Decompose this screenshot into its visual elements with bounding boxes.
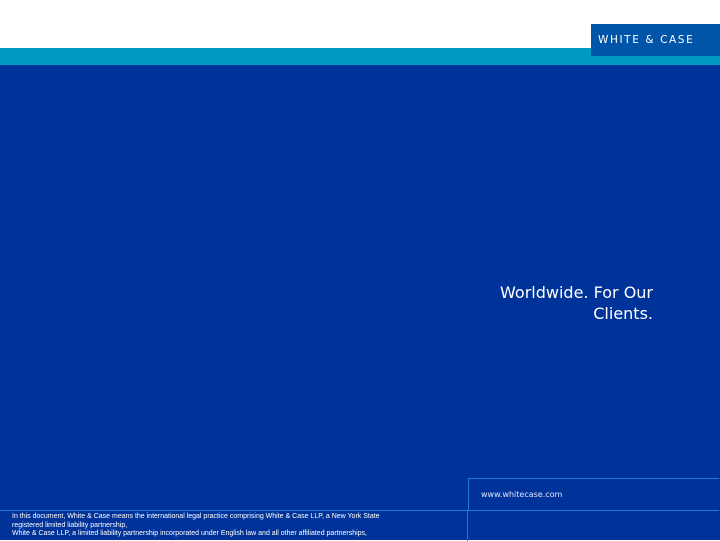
url-box: www.whitecase.com [468, 478, 719, 511]
disclaimer-line-3: White & Case LLP, a limited liability pa… [12, 530, 367, 537]
tagline: Worldwide. For Our Clients. [393, 282, 653, 324]
white-case-logo: WHITE & CASE [591, 24, 720, 56]
website-url[interactable]: www.whitecase.com [481, 490, 562, 499]
disclaimer-line-1: In this document, White & Case means the… [12, 513, 380, 520]
disclaimer-line-2: registered limited liability partnership… [12, 521, 128, 529]
disclaimer-box: In this document, White & Case means the… [0, 510, 468, 541]
disclaimer-text: In this document, White & Case means the… [12, 513, 464, 539]
tagline-line-1: Worldwide. For Our [500, 283, 653, 302]
tagline-line-2: Clients. [593, 304, 653, 323]
